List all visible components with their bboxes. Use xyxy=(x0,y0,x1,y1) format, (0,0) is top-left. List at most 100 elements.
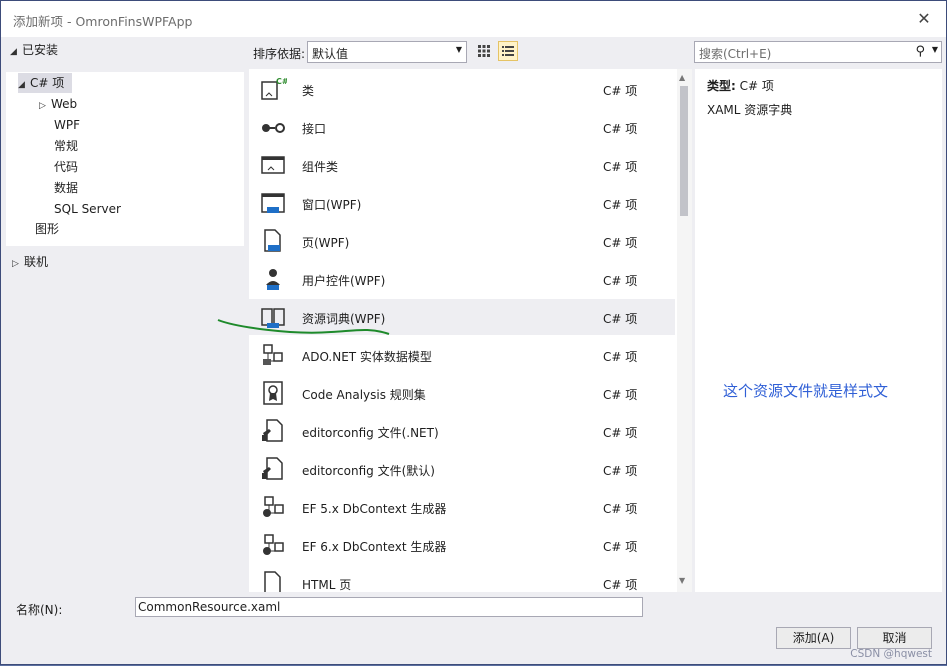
editorconfig-icon xyxy=(259,417,287,445)
footer: 名称(N): CommonResource.xaml 添加(A) 取消 CSDN… xyxy=(6,593,942,663)
template-list-item[interactable]: editorconfig 文件(默认) C# 项 xyxy=(249,451,675,487)
tree-item-code[interactable]: 代码 xyxy=(54,157,78,177)
template-list-item[interactable]: EF 6.x DbContext 生成器 C# 项 xyxy=(249,527,675,563)
template-language: C# 项 xyxy=(603,464,638,478)
name-input[interactable]: CommonResource.xaml xyxy=(135,597,643,617)
tree-item-data[interactable]: 数据 xyxy=(54,178,78,198)
window-icon xyxy=(259,189,287,217)
tree-item-label: 数据 xyxy=(54,181,79,195)
search-input[interactable]: 搜索(Ctrl+E) ⚲ ▼ xyxy=(694,41,942,63)
template-list-item[interactable]: 接口 C# 项 xyxy=(249,109,675,145)
template-name: HTML 页 xyxy=(302,578,352,592)
template-tree: ◢ 已安装 ◢ C# 项 ▷ Web WPF 常规 代码 数据 SQL Server … xyxy=(6,37,244,593)
html-page-icon xyxy=(259,569,287,592)
template-list-item[interactable]: 组件类 C# 项 xyxy=(249,147,675,183)
page-icon xyxy=(259,227,287,255)
tree-item-label: WPF xyxy=(54,118,81,132)
tree-item-wpf[interactable]: WPF xyxy=(54,115,80,135)
template-language: C# 项 xyxy=(603,122,638,136)
tree-item-label: 已安装 xyxy=(22,43,59,57)
template-list-item[interactable]: Code Analysis 规则集 C# 项 xyxy=(249,375,675,411)
user-control-icon xyxy=(259,265,287,293)
cancel-button[interactable]: 取消 xyxy=(857,627,932,649)
tree-item-label: 图形 xyxy=(35,222,60,236)
ruleset-icon xyxy=(259,379,287,407)
template-language: C# 项 xyxy=(603,578,638,592)
window-title: 添加新项 - OmronFinsWPFApp xyxy=(13,14,193,29)
template-list-item[interactable]: HTML 页 C# 项 xyxy=(249,565,675,592)
close-button[interactable]: ✕ xyxy=(910,6,938,32)
sort-value: 默认值 xyxy=(312,47,349,61)
tree-item-label: 常规 xyxy=(54,139,79,153)
annotation-text: 这个资源文件就是样式文 xyxy=(723,382,889,400)
collapsed-arrow-icon: ▷ xyxy=(12,259,19,269)
list-view-button[interactable] xyxy=(498,41,518,61)
template-name: 页(WPF) xyxy=(302,236,350,250)
template-language: C# 项 xyxy=(603,274,638,288)
entity-model-icon xyxy=(259,341,287,369)
class-icon: C# xyxy=(259,75,287,103)
template-name: EF 5.x DbContext 生成器 xyxy=(302,502,447,516)
type-label: 类型: xyxy=(707,79,736,93)
search-icon[interactable]: ⚲ xyxy=(915,44,925,59)
chevron-down-icon[interactable]: ▼ xyxy=(932,45,938,54)
template-list-item[interactable]: ADO.NET 实体数据模型 C# 项 xyxy=(249,337,675,373)
tree-item-general[interactable]: 常规 xyxy=(54,136,78,156)
template-language: C# 项 xyxy=(603,84,638,98)
template-name: 组件类 xyxy=(302,160,339,174)
tree-item-csharp[interactable]: ◢ C# 项 xyxy=(18,73,72,93)
template-list-item[interactable]: 资源词典(WPF) C# 项 xyxy=(249,299,675,335)
tree-item-installed[interactable]: ◢ 已安装 xyxy=(10,40,58,60)
grid-view-icon xyxy=(478,45,490,57)
template-name: 窗口(WPF) xyxy=(302,198,362,212)
tree-item-web[interactable]: ▷ Web xyxy=(39,94,77,114)
template-list-item[interactable]: C# 类 C# 项 xyxy=(249,71,675,107)
search-placeholder: 搜索(Ctrl+E) xyxy=(699,47,772,61)
scroll-up-icon[interactable]: ▲ xyxy=(679,73,685,82)
scroll-down-icon[interactable]: ▼ xyxy=(679,576,685,585)
name-label: 名称(N): xyxy=(16,603,63,617)
ef-generator-icon xyxy=(259,531,287,559)
sort-label: 排序依据: xyxy=(253,47,306,61)
tree-item-label: SQL Server xyxy=(54,202,121,216)
template-name: 用户控件(WPF) xyxy=(302,274,386,288)
template-language: C# 项 xyxy=(603,160,638,174)
template-list-item[interactable]: 窗口(WPF) C# 项 xyxy=(249,185,675,221)
resource-dictionary-icon xyxy=(259,303,287,331)
tree-item-graphics[interactable]: 图形 xyxy=(35,219,59,239)
name-input-value: CommonResource.xaml xyxy=(138,600,281,614)
template-language: C# 项 xyxy=(603,388,638,402)
collapsed-arrow-icon: ▷ xyxy=(39,101,46,111)
template-name: Code Analysis 规则集 xyxy=(302,388,426,402)
template-name: 接口 xyxy=(302,122,327,136)
template-list-item[interactable]: 用户控件(WPF) C# 项 xyxy=(249,261,675,297)
item-description: XAML 资源字典 xyxy=(707,103,793,117)
sort-dropdown[interactable]: 默认值 ▼ xyxy=(307,41,467,63)
watermark: CSDN @hqwest xyxy=(850,648,932,660)
template-language: C# 项 xyxy=(603,426,638,440)
list-scrollbar[interactable]: ▲ ▼ xyxy=(677,69,692,592)
template-language: C# 项 xyxy=(603,540,638,554)
add-button[interactable]: 添加(A) xyxy=(776,627,851,649)
tree-item-label: Web xyxy=(51,97,78,111)
scrollbar-thumb[interactable] xyxy=(680,86,688,216)
expanded-arrow-icon: ◢ xyxy=(18,80,25,90)
grid-view-button[interactable] xyxy=(474,41,494,61)
toolbar: 排序依据: 默认值 ▼ 搜索(Ctrl+E) ⚲ ▼ xyxy=(249,37,942,69)
template-list-item[interactable]: editorconfig 文件(.NET) C# 项 xyxy=(249,413,675,449)
editorconfig-icon xyxy=(259,455,287,483)
template-language: C# 项 xyxy=(603,502,638,516)
tree-item-label: C# 项 xyxy=(30,76,65,90)
tree-item-sqlserver[interactable]: SQL Server xyxy=(54,199,121,219)
template-list: C#类C# 项接口C# 项组件类C# 项窗口(WPF)C# 项页(WPF)C# … xyxy=(249,69,677,592)
template-name: editorconfig 文件(.NET) xyxy=(302,426,439,440)
details-pane: 类型: C# 项 XAML 资源字典 这个资源文件就是样式文 xyxy=(695,69,942,592)
template-list-item[interactable]: EF 5.x DbContext 生成器 C# 项 xyxy=(249,489,675,525)
tree-item-online[interactable]: ▷ 联机 xyxy=(12,252,48,272)
template-language: C# 项 xyxy=(603,350,638,364)
template-name: EF 6.x DbContext 生成器 xyxy=(302,540,447,554)
tree-item-label: 联机 xyxy=(24,255,49,269)
type-value: C# 项 xyxy=(739,79,774,93)
template-list-item[interactable]: 页(WPF) C# 项 xyxy=(249,223,675,259)
template-name: editorconfig 文件(默认) xyxy=(302,464,435,478)
